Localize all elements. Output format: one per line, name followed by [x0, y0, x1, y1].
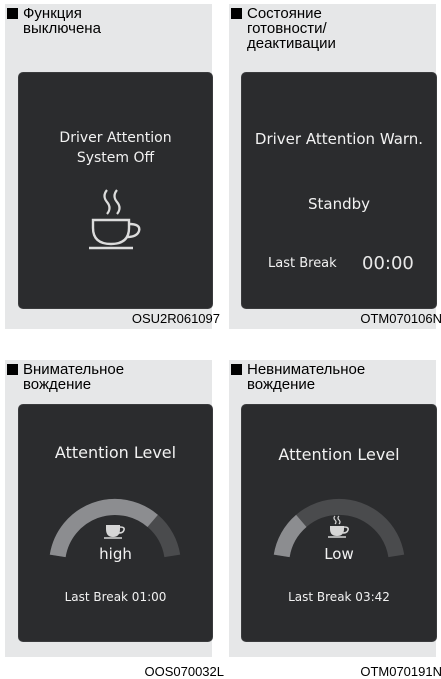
last-break-text: Last Break 01:00 — [64, 590, 167, 604]
panel-inattentive-driving: Невнимательное вождение Attention Level … — [229, 360, 441, 679]
last-break-time: 00:00 — [362, 253, 414, 274]
attention-level-value: Low — [324, 545, 354, 563]
heading-line: выключена — [23, 20, 101, 37]
last-break-label: Last Break — [268, 256, 337, 271]
panel-attentive-driving: Внимательное вождение Attention Level hi… — [5, 360, 224, 679]
cluster-screen: Attention Level Low Last Break 03:42 — [241, 404, 437, 642]
panel-heading: Состояние готовности/ деактивации — [231, 6, 336, 51]
last-break-text: Last Break 03:42 — [288, 590, 390, 604]
screen-line-2: System Off — [76, 150, 155, 166]
image-code: OSU2R061097 — [131, 311, 220, 326]
heading-line: вождение — [247, 376, 316, 393]
heading-line: деактивации — [247, 35, 336, 52]
cluster-screen: Driver Attention Warn. Standby Last Brea… — [241, 72, 437, 309]
heading-line: Функция — [23, 5, 82, 22]
cluster-screen: Attention Level high Last Break 01:00 — [18, 404, 213, 642]
heading-line: Внимательное — [23, 361, 125, 378]
panel-heading: Внимательное вождение — [7, 362, 124, 392]
bullet-square-icon — [231, 8, 242, 19]
status-text: Standby — [307, 195, 371, 213]
panel-function-off: Функция выключена Driver Attention Syste… — [5, 4, 220, 329]
heading-line: Состояние — [247, 5, 322, 22]
screen-title: Attention Level — [54, 443, 177, 462]
cluster-screen: Driver Attention System Off — [18, 72, 213, 309]
screen-line-1: Driver Attention — [59, 130, 172, 146]
steaming-coffee-cup-icon — [328, 515, 349, 538]
panel-standby: Состояние готовности/ деактивации Driver… — [229, 4, 441, 329]
image-code: OOS070032L — [144, 664, 224, 679]
screen-title: Driver Attention Warn. — [254, 130, 424, 148]
bullet-square-icon — [7, 8, 18, 19]
heading-line: готовности/ — [247, 20, 327, 37]
attention-level-value: high — [99, 545, 132, 563]
heading-line: Невнимательное — [247, 361, 366, 378]
image-code: OTM070106N — [360, 311, 441, 326]
panel-heading: Невнимательное вождение — [231, 362, 365, 392]
panel-heading: Функция выключена — [7, 6, 101, 36]
heading-line: вождение — [23, 376, 92, 393]
screen-title: Attention Level — [278, 445, 400, 464]
bullet-square-icon — [231, 364, 242, 375]
coffee-cup-icon — [104, 525, 125, 539]
bullet-square-icon — [7, 364, 18, 375]
image-code: OTM070191N — [360, 664, 441, 679]
coffee-cup-icon — [89, 189, 141, 250]
